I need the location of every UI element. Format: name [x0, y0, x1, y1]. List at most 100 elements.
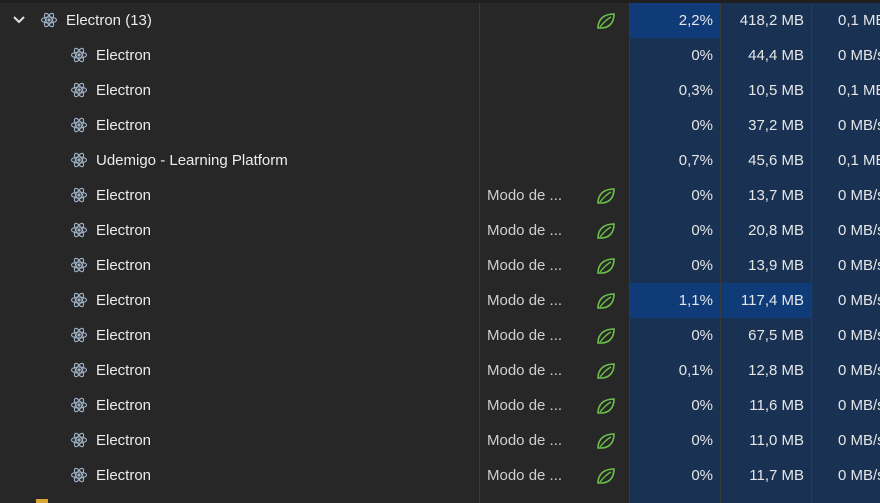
status-text: Modo de ... — [487, 222, 563, 239]
status-text — [487, 108, 577, 143]
status-text: Modo de ... — [487, 397, 563, 414]
memory-value: 11,7 MB — [749, 467, 804, 484]
cpu-value: 0% — [691, 47, 713, 64]
disk-value: 0 MB/s — [838, 432, 880, 449]
memory-value: 44,4 MB — [748, 47, 804, 64]
process-name: Electron — [96, 222, 152, 239]
leaf-icon — [597, 293, 615, 309]
process-row[interactable]: Electron 0% 37,2 MB 0 MB/s — [0, 108, 880, 143]
leaf-icon — [597, 328, 615, 344]
memory-value: 11,0 MB — [749, 432, 804, 449]
leaf-icon — [597, 258, 615, 274]
folder-icon — [36, 499, 48, 503]
process-row[interactable]: Electron Modo de ... 0% 11,7 MB 0 MB/s — [0, 458, 880, 493]
process-name: Electron — [96, 257, 152, 274]
cpu-value: 2,2% — [630, 3, 720, 38]
process-group-name: Electron (13) — [66, 12, 152, 29]
disk-value: 0 MB/s — [838, 47, 880, 64]
process-name: Electron — [96, 432, 152, 449]
process-name: Electron — [96, 397, 152, 414]
leaf-icon — [597, 468, 615, 484]
process-row[interactable]: Electron Modo de ... 0% 13,9 MB 0 MB/s — [0, 248, 880, 283]
memory-value: 67,5 MB — [748, 327, 804, 344]
status-text: Modo de ... — [487, 187, 563, 204]
cpu-value: 0,7% — [678, 152, 713, 169]
disk-value: 0 MB/s — [838, 117, 880, 134]
cpu-value: 0% — [691, 117, 713, 134]
cpu-value: 0% — [691, 397, 713, 414]
memory-value: 13,9 MB — [748, 257, 804, 274]
cpu-value: 0,1% — [678, 362, 713, 379]
process-row[interactable]: Electron Modo de ... 0% 13,7 MB 0 MB/s — [0, 178, 880, 213]
process-group-row[interactable]: Electron (13) 2,2% 418,2 MB 0,1 MB/s — [0, 3, 880, 38]
leaf-icon — [597, 363, 615, 379]
leaf-icon — [597, 188, 615, 204]
leaf-icon — [597, 13, 615, 29]
process-name: Electron — [96, 467, 152, 484]
process-name: Electron — [96, 292, 152, 309]
memory-value: 20,8 MB — [748, 222, 804, 239]
disk-value: 0 MB/s — [838, 257, 880, 274]
disk-value: 0 MB/s — [838, 362, 880, 379]
process-name: Electron — [96, 362, 152, 379]
memory-value: 117,4 MB — [721, 283, 811, 318]
disk-value: 0,1 MB/s — [838, 82, 880, 99]
disk-value: 0 MB/s — [838, 187, 880, 204]
memory-value: 418,2 MB — [739, 12, 804, 29]
process-row[interactable]: Electron 0% 44,4 MB 0 MB/s — [0, 38, 880, 73]
status-text: Modo de ... — [487, 467, 563, 484]
process-row[interactable]: Electron Modo de ... 0% 67,5 MB 0 MB/s — [0, 318, 880, 353]
process-row[interactable]: Electron Modo de ... 0% 20,8 MB 0 MB/s — [0, 213, 880, 248]
status-text — [487, 38, 577, 73]
process-table: Electron (13) 2,2% 418,2 MB 0,1 MB/s Ele… — [0, 0, 880, 503]
disk-value: 0 MB/s — [838, 397, 880, 414]
memory-value: 11,6 MB — [749, 397, 804, 414]
cpu-value: 0,3% — [678, 82, 713, 99]
electron-icon — [70, 117, 88, 133]
electron-icon — [70, 222, 88, 238]
memory-value: 13,7 MB — [748, 187, 804, 204]
electron-icon — [70, 362, 88, 378]
process-row[interactable]: Udemigo - Learning Platform 0,7% 45,6 MB 0,… — [0, 143, 880, 178]
memory-value: 12,8 MB — [748, 362, 804, 379]
disk-value: 0 MB/s — [838, 327, 880, 344]
status-text: Modo de ... — [487, 432, 563, 449]
cpu-value: 0% — [691, 327, 713, 344]
electron-icon — [70, 82, 88, 98]
status-text: Modo de ... — [487, 292, 563, 309]
status-text: Modo de ... — [487, 327, 563, 344]
cpu-value: 0% — [691, 257, 713, 274]
disk-value: 0 MB/s — [838, 222, 880, 239]
status-text: Modo de ... — [487, 257, 563, 274]
disk-value: 0 MB/s — [838, 292, 880, 309]
disk-value: 0,1 MB/s — [838, 12, 880, 29]
cpu-value: 0% — [691, 467, 713, 484]
process-row[interactable]: Electron Modo de ... 1,1%117,4 MB 0 MB/s — [0, 283, 880, 318]
process-row[interactable]: Electron 0,3% 10,5 MB 0,1 MB/s — [0, 73, 880, 108]
electron-icon — [70, 152, 88, 168]
electron-icon — [70, 187, 88, 203]
leaf-icon — [597, 223, 615, 239]
disk-value: 0,1 MB/s — [838, 152, 880, 169]
process-row[interactable]: Electron Modo de ... 0% 11,0 MB 0 MB/s — [0, 423, 880, 458]
electron-icon — [70, 397, 88, 413]
process-row[interactable]: Electron Modo de ... 0% 11,6 MB 0 MB/s — [0, 388, 880, 423]
process-row[interactable]: Electron Modo de ... 0,1% 12,8 MB 0 MB/s — [0, 353, 880, 388]
chevron-down-icon[interactable] — [12, 14, 26, 26]
electron-icon — [70, 467, 88, 483]
status-text — [487, 143, 577, 178]
electron-icon — [70, 47, 88, 63]
electron-icon — [70, 257, 88, 273]
disk-value: 0 MB/s — [838, 467, 880, 484]
cpu-value: 0% — [691, 187, 713, 204]
leaf-icon — [597, 398, 615, 414]
status-text: Modo de ... — [487, 362, 563, 379]
process-name: Electron — [96, 117, 152, 134]
leaf-icon — [597, 433, 615, 449]
process-name: Electron — [96, 47, 152, 64]
electron-icon — [70, 432, 88, 448]
memory-value: 37,2 MB — [748, 117, 804, 134]
memory-value: 45,6 MB — [748, 152, 804, 169]
electron-icon — [70, 292, 88, 308]
process-name: Udemigo - Learning Platform — [96, 152, 288, 169]
